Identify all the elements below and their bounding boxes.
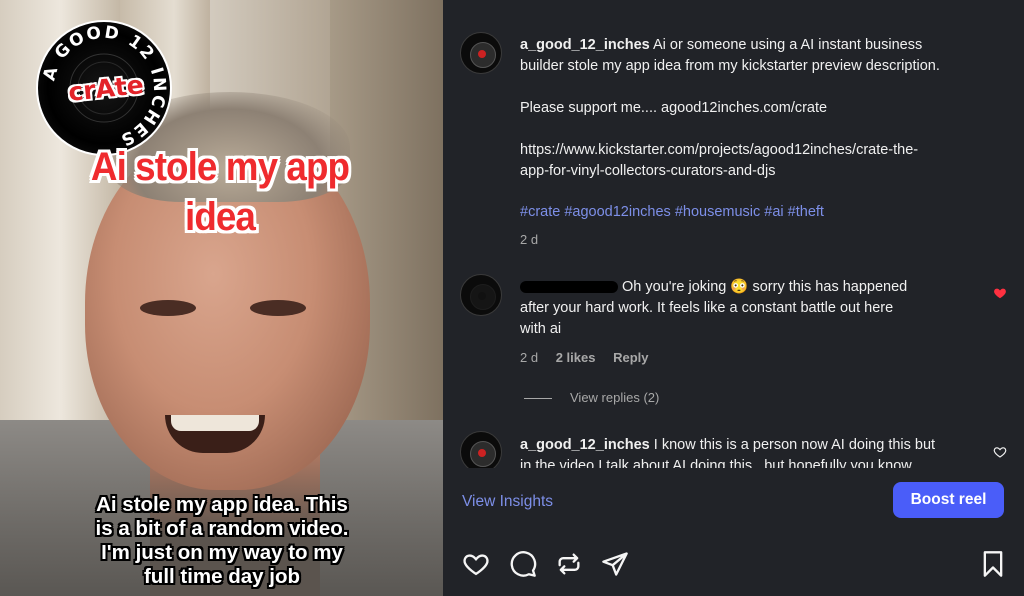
heart-icon[interactable] (462, 550, 490, 578)
headline-line: Ai stole my app (90, 145, 350, 189)
liked-heart-icon[interactable] (993, 286, 1007, 300)
post-age: 2 d (520, 232, 539, 247)
caption-text: builder stole my app idea from my kickst… (520, 58, 940, 74)
view-replies-button[interactable]: View replies (2) (524, 390, 659, 405)
author-username[interactable]: a_good_12_inches (520, 37, 650, 53)
reel-video[interactable]: A GOOD 12 INCHES crAte Ai stole my app i… (0, 0, 443, 596)
headline-line: idea (185, 195, 256, 239)
share-icon[interactable] (601, 550, 629, 578)
comment-likes[interactable]: 2 likes (556, 350, 596, 365)
hashtag-link[interactable]: #agood12inches (564, 204, 670, 220)
hashtag-link[interactable]: #crate (520, 204, 560, 220)
person-eye (140, 300, 196, 316)
comment-age: 2 d (520, 350, 539, 365)
action-bar: View Insights Boost reel (443, 468, 1024, 596)
commenter-avatar[interactable] (460, 431, 502, 468)
comment-icon[interactable] (509, 550, 537, 578)
author-avatar[interactable] (460, 32, 502, 74)
comment-meta: 2 d 2 likes Reply (520, 350, 663, 365)
bookmark-icon[interactable] (979, 550, 1007, 578)
kickstarter-link[interactable]: https://www.kickstarter.com/projects/ago… (520, 140, 1000, 182)
view-insights-link[interactable]: View Insights (462, 493, 553, 511)
like-comment-icon[interactable] (993, 445, 1007, 459)
comments-scroll-area[interactable]: a_good_12_inches Ai or someone using a A… (443, 0, 1024, 468)
hashtag-link[interactable]: #theft (788, 204, 824, 220)
comment-text: Oh you're joking 😳 sorry this has happen… (520, 279, 908, 337)
comment-text: a_good_12_inches I know this is a person… (520, 437, 936, 468)
caption-text: Ai or someone using a AI instant busines… (652, 37, 923, 53)
boost-reel-button[interactable]: Boost reel (893, 482, 1004, 518)
crate-logo: A GOOD 12 INCHES crAte (36, 20, 172, 156)
redacted-username (520, 281, 618, 294)
hashtags: #crate #agood12inches #housemusic #ai #t… (520, 202, 824, 223)
commenter-avatar[interactable] (460, 274, 502, 316)
video-caption: Ai stole my app idea. This is a bit of a… (48, 493, 396, 589)
person-eye (250, 300, 306, 316)
caption-line: full time day job (143, 565, 301, 588)
hashtag-link[interactable]: #housemusic (675, 204, 760, 220)
video-headline: Ai stole my app idea (73, 142, 367, 242)
caption-line: Ai stole my app idea. This (96, 493, 348, 516)
hashtag-link[interactable]: #ai (764, 204, 783, 220)
repost-icon[interactable] (555, 550, 583, 578)
post-details-panel: a_good_12_inches Ai or someone using a A… (443, 0, 1024, 596)
reply-button[interactable]: Reply (613, 350, 648, 365)
caption-line: is a bit of a random video. (95, 517, 349, 540)
post-caption: a_good_12_inches Ai or someone using a A… (520, 35, 1000, 77)
commenter-username[interactable]: a_good_12_inches (520, 437, 650, 453)
support-text: Please support me.... agood12inches.com/… (520, 100, 828, 116)
caption-line: I'm just on my way to my (101, 541, 343, 564)
